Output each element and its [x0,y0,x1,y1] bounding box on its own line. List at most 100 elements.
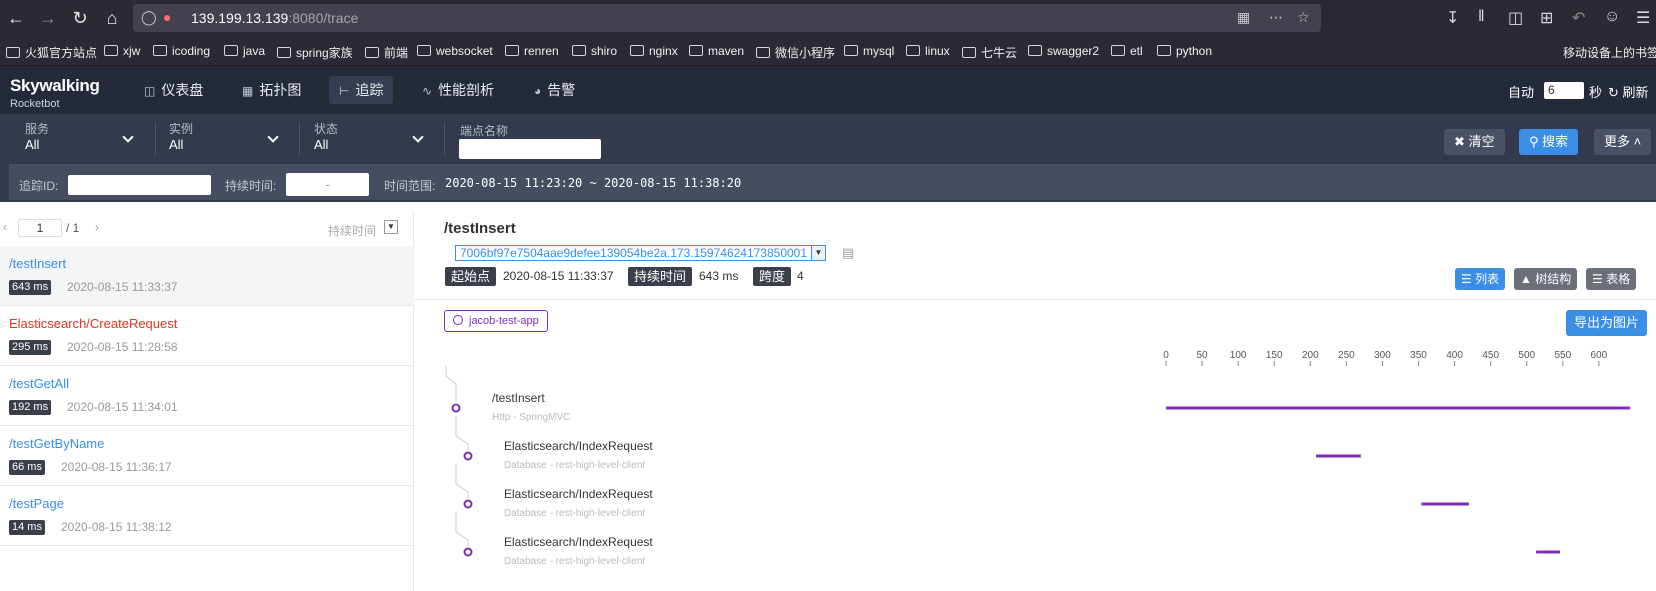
span-name[interactable]: /testInsert [492,391,545,405]
sort-label: 持续时间 [328,224,377,238]
bookmark-item[interactable]: shiro [572,44,617,58]
export-image-button[interactable]: 导出为图片 [1566,310,1648,336]
back-icon[interactable]: ← [4,6,28,30]
span-name[interactable]: Elasticsearch/IndexRequest [504,535,653,549]
downloads-icon[interactable]: ↧ [1446,8,1459,28]
bookmark-item[interactable]: websocket [417,44,493,58]
tree-view-button[interactable]: ▲ 树结构 [1514,268,1578,290]
nav-dashboard[interactable]: ◫ 仪表盘 [134,76,213,104]
instance-select[interactable]: All [169,137,183,152]
refresh-button[interactable]: ↻ 刷新 [1608,82,1649,101]
trace-list-item[interactable]: Elasticsearch/CreateRequest 295 ms 2020-… [0,306,414,366]
bookmark-item[interactable]: 微信小程序 [756,44,835,61]
span-node[interactable] [451,403,461,413]
bookmark-star-icon[interactable]: ☆ [1297,9,1310,26]
nav-topology[interactable]: ▦ 拓扑图 [232,76,311,104]
duration-input[interactable]: - [286,173,369,196]
more-button[interactable]: 更多 ˄ [1594,129,1652,155]
bookmark-item[interactable]: java [224,44,265,58]
pulse-icon: ∿ [422,84,433,98]
trace-list-item[interactable]: /testPage 14 ms 2020-08-15 11:38:12 [0,486,414,546]
url-text[interactable]: 139.199.13.139:8080/trace [191,10,358,26]
span-node[interactable] [463,451,473,461]
trace-endpoint[interactable]: /testGetByName [9,436,104,451]
folder-icon [6,47,20,58]
bookmark-item[interactable]: icoding [153,44,210,58]
axis-tick-label: 0 [1163,350,1169,361]
bookmark-item[interactable]: 前端 [365,44,408,61]
bookmark-item[interactable]: renren [505,44,559,58]
screenshot-icon[interactable]: ⊞ [1540,8,1553,28]
forward-icon[interactable]: → [36,6,60,30]
menu-icon[interactable]: ☰ [1636,8,1650,28]
shield-icon[interactable]: ◯ [141,9,157,26]
folder-icon [572,45,586,56]
bookmark-item[interactable]: nginx [630,44,678,58]
bookmark-item[interactable]: xjw [104,44,140,58]
nav-trace[interactable]: ⊢ 追踪 [329,76,394,104]
sort-dropdown-icon[interactable]: ▼ [384,220,398,234]
endpoint-input[interactable] [459,139,601,159]
bookmark-item[interactable]: linux [906,44,950,58]
axis-tick-label: 300 [1374,350,1391,361]
list-icon: ☰ [1461,272,1472,286]
refresh-interval-input[interactable]: 6 [1544,82,1584,99]
folder-icon [153,45,167,56]
list-view-button[interactable]: ☰ 列表 [1455,268,1506,290]
dropdown-arrow-icon[interactable]: ▼ [811,246,825,260]
service-chip[interactable]: jacob-test-app [444,310,548,332]
bookmark-item[interactable]: 火狐官方站点 [6,44,97,61]
trace-endpoint[interactable]: /testInsert [9,256,66,271]
trace-id-input[interactable] [68,175,211,195]
span-node[interactable] [463,547,473,557]
folder-icon [630,45,644,56]
trace-time: 2020-08-15 11:34:01 [67,400,178,414]
folder-icon [1111,45,1125,56]
span-name[interactable]: Elasticsearch/IndexRequest [504,487,653,501]
insecure-lock-icon[interactable]: ● [163,9,171,25]
service-select[interactable]: All [25,137,39,152]
bookmark-item[interactable]: 七牛云 [962,44,1017,61]
page-input[interactable]: 1 [18,219,62,237]
nav-profile[interactable]: ∿ 性能剖析 [412,76,504,104]
home-icon[interactable]: ⌂ [100,6,124,30]
bookmark-item[interactable]: python [1157,44,1212,58]
trace-endpoint[interactable]: Elasticsearch/CreateRequest [9,316,177,331]
span-node[interactable] [463,499,473,509]
status-select[interactable]: All [314,137,328,152]
copy-icon[interactable]: ▤ [842,245,854,261]
library-icon[interactable]: ‖ [1478,8,1485,26]
undo-icon[interactable]: ↶ [1572,8,1585,28]
bookmark-item[interactable]: etl [1111,44,1143,58]
sidebar-icon[interactable]: ◫ [1508,8,1523,28]
axis-tick-label: 450 [1482,350,1499,361]
bookmark-item[interactable]: maven [689,44,744,58]
divider [155,122,156,156]
address-bar[interactable]: ◯ ● 139.199.13.139:8080/trace ▦ ⋯ ☆ [133,4,1321,32]
trace-list-item[interactable]: /testInsert 643 ms 2020-08-15 11:33:37 [0,246,414,306]
table-view-button[interactable]: ☰ 表格 [1586,268,1637,290]
time-range-value[interactable]: 2020-08-15 11:23:20 ~ 2020-08-15 11:38:2… [445,176,741,190]
next-page-icon[interactable]: › [95,220,99,234]
trace-endpoint[interactable]: /testPage [9,496,64,511]
trace-list-item[interactable]: /testGetAll 192 ms 2020-08-15 11:34:01 [0,366,414,426]
trace-id-select[interactable]: 7006bf97e7504aae9defee139054be2a.173.159… [455,245,826,261]
clear-button[interactable]: ✖ 清空 [1444,129,1505,155]
account-icon[interactable]: ☺ [1604,8,1620,26]
trace-icon: ⊢ [339,84,350,98]
prev-page-icon[interactable]: ‹ [3,220,7,234]
nav-alarm[interactable]: ◕ 告警 [524,76,585,104]
mobile-bookmarks[interactable]: 移动设备上的书签 [1563,44,1656,61]
page-actions-icon[interactable]: ⋯ [1269,9,1283,26]
divider [414,299,1656,300]
reload-icon[interactable]: ↻ [68,6,92,30]
span-name[interactable]: Elasticsearch/IndexRequest [504,439,653,453]
bookmark-item[interactable]: mysql [844,44,894,58]
qr-code-icon[interactable]: ▦ [1237,9,1250,26]
bookmark-item[interactable]: swagger2 [1028,44,1099,58]
bookmark-item[interactable]: spring家族 [277,44,353,61]
endpoint-label: 端点名称 [460,124,509,138]
trace-list-item[interactable]: /testGetByName 66 ms 2020-08-15 11:36:17 [0,426,414,486]
trace-endpoint[interactable]: /testGetAll [9,376,69,391]
search-button[interactable]: ⚲ 搜索 [1519,129,1579,155]
